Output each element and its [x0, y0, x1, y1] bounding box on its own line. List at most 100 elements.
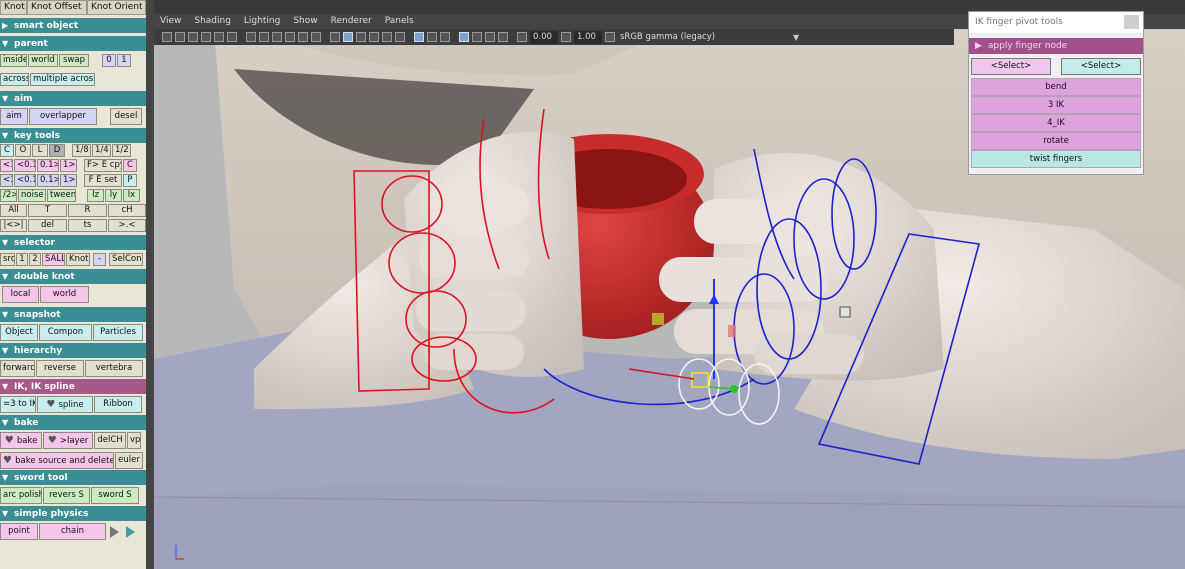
- all-button[interactable]: All: [0, 204, 27, 217]
- ch-button[interactable]: cH: [108, 204, 146, 217]
- snapshot-object-button[interactable]: Object: [0, 324, 38, 341]
- parent-0-button[interactable]: 0: [102, 54, 116, 67]
- resolution-gate-icon[interactable]: [272, 32, 282, 42]
- knot-orient-button[interactable]: Knot Orient: [87, 0, 146, 15]
- sall-button[interactable]: SALL: [42, 253, 65, 266]
- shrink-range-button[interactable]: >.<: [108, 219, 146, 232]
- aim-button[interactable]: aim: [0, 107, 28, 125]
- wireframe-on-shaded-icon[interactable]: [369, 32, 379, 42]
- image-plane-icon[interactable]: [201, 32, 211, 42]
- step-fwd-01b-button[interactable]: 0.1>: [37, 174, 59, 187]
- reverse-button[interactable]: reverse: [36, 360, 84, 377]
- bend-button[interactable]: bend: [971, 78, 1141, 96]
- parent-1-button[interactable]: 1: [117, 54, 131, 67]
- overlapper-button[interactable]: overlapper: [29, 107, 97, 125]
- multiple-across-button[interactable]: multiple across: [30, 73, 95, 86]
- fe-set-button[interactable]: F E set: [84, 174, 122, 187]
- spline-button[interactable]: ♥ spline: [37, 396, 93, 413]
- key-1-8-button[interactable]: 1/8: [72, 144, 91, 157]
- step-back-1b-button[interactable]: <1: [0, 174, 13, 187]
- 3-ik-button[interactable]: 3 IK: [971, 96, 1141, 114]
- section-snapshot[interactable]: ▼ snapshot: [0, 307, 146, 322]
- tween-button[interactable]: tween: [47, 189, 76, 202]
- chain-button[interactable]: chain: [39, 523, 106, 540]
- section-bake[interactable]: ▼ bake: [0, 415, 146, 430]
- desel-button[interactable]: desel: [110, 107, 142, 125]
- smooth-shade-icon[interactable]: [343, 32, 353, 42]
- ly-button[interactable]: ly: [105, 189, 122, 202]
- lx-button[interactable]: lx: [123, 189, 140, 202]
- rotate-key-button[interactable]: R: [68, 204, 107, 217]
- across-button[interactable]: across: [0, 73, 29, 86]
- gamma-icon[interactable]: [561, 32, 571, 42]
- bake-source-delete-button[interactable]: ♥ bake source and delete: [0, 451, 114, 469]
- key-l-button[interactable]: L: [32, 144, 48, 157]
- twist-fingers-button[interactable]: twist fingers: [971, 150, 1141, 168]
- sel-1-button[interactable]: 1: [16, 253, 28, 266]
- sel-2-button[interactable]: 2: [29, 253, 41, 266]
- bake-to-layer-button[interactable]: ♥ >layer: [43, 431, 93, 449]
- close-icon[interactable]: [1124, 15, 1139, 29]
- menu-lighting[interactable]: Lighting: [244, 14, 280, 29]
- apply-finger-node-header[interactable]: ▶ apply finger node: [969, 38, 1143, 54]
- menu-view[interactable]: View: [160, 14, 181, 29]
- menu-renderer[interactable]: Renderer: [331, 14, 372, 29]
- camera-select-icon[interactable]: [162, 32, 172, 42]
- knot-offset-button[interactable]: Knot Offset: [27, 0, 87, 15]
- knot-button[interactable]: Knot: [0, 0, 27, 15]
- sword-s-button[interactable]: sword S: [91, 487, 139, 504]
- revers-s-button[interactable]: revers S: [43, 487, 90, 504]
- gate-mask-icon[interactable]: [285, 32, 295, 42]
- color-management-icon[interactable]: [605, 32, 615, 42]
- world-button[interactable]: world: [28, 54, 58, 67]
- select-left-button[interactable]: <Select>: [971, 58, 1051, 75]
- depth-of-field-icon[interactable]: [498, 32, 508, 42]
- xray-icon[interactable]: [427, 32, 437, 42]
- safe-action-icon[interactable]: [311, 32, 321, 42]
- section-parent[interactable]: ▼ parent: [0, 36, 146, 51]
- 2d-pan-icon[interactable]: [214, 32, 224, 42]
- step-back-01b-button[interactable]: <0.1: [14, 174, 36, 187]
- textured-icon[interactable]: [382, 32, 392, 42]
- src-button[interactable]: src: [0, 253, 15, 266]
- step-fwd-1b-button[interactable]: 1>: [60, 174, 77, 187]
- fe-copy-button[interactable]: F> E cpy: [84, 159, 122, 172]
- locator-marker[interactable]: [728, 325, 736, 337]
- menu-panels[interactable]: Panels: [385, 14, 414, 29]
- chevron-down-icon[interactable]: ▼: [793, 33, 799, 42]
- camera-lock-icon[interactable]: [175, 32, 185, 42]
- xray-joints-icon[interactable]: [440, 32, 450, 42]
- half-button[interactable]: /2>: [0, 189, 17, 202]
- view-transform-dropdown[interactable]: sRGB gamma (legacy): [620, 32, 790, 42]
- arc-polish-button[interactable]: arc polish: [0, 487, 42, 504]
- key-o-button[interactable]: O: [15, 144, 31, 157]
- step-fwd-01-button[interactable]: 0.1>: [37, 159, 59, 172]
- exposure-field[interactable]: 0.00: [530, 30, 558, 44]
- step-back-01-button[interactable]: <0.1: [14, 159, 36, 172]
- forward-button[interactable]: forward: [0, 360, 35, 377]
- step-fwd-1-button[interactable]: 1>: [60, 159, 77, 172]
- key-copy-c-button[interactable]: C: [123, 159, 137, 172]
- panel-divider[interactable]: [146, 0, 154, 569]
- exposure-icon[interactable]: [517, 32, 527, 42]
- delch-button[interactable]: delCH: [94, 431, 126, 449]
- section-hierarchy[interactable]: ▼ hierarchy: [0, 343, 146, 358]
- euler-button[interactable]: euler: [115, 451, 143, 469]
- double-knot-local-button[interactable]: local: [2, 286, 39, 303]
- ts-button[interactable]: ts: [68, 219, 107, 232]
- del-button[interactable]: del: [28, 219, 67, 232]
- default-material-icon[interactable]: [356, 32, 366, 42]
- section-ik-spline[interactable]: ▼ IK, IK spline: [0, 379, 146, 394]
- 4-ik-button[interactable]: 4_IK: [971, 114, 1141, 132]
- sel-knot-button[interactable]: Knot: [66, 253, 90, 266]
- section-key-tools[interactable]: ▼ key tools: [0, 128, 146, 143]
- play-green-icon[interactable]: [126, 525, 135, 538]
- menu-shading[interactable]: Shading: [194, 14, 231, 29]
- section-simple-physics[interactable]: ▼ simple physics: [0, 506, 146, 521]
- bake-button[interactable]: ♥ bake: [0, 431, 42, 449]
- bookmark-icon[interactable]: [188, 32, 198, 42]
- menu-show[interactable]: Show: [293, 14, 317, 29]
- motion-blur-icon[interactable]: [472, 32, 482, 42]
- grid-icon[interactable]: [246, 32, 256, 42]
- axis-handle[interactable]: [730, 385, 738, 393]
